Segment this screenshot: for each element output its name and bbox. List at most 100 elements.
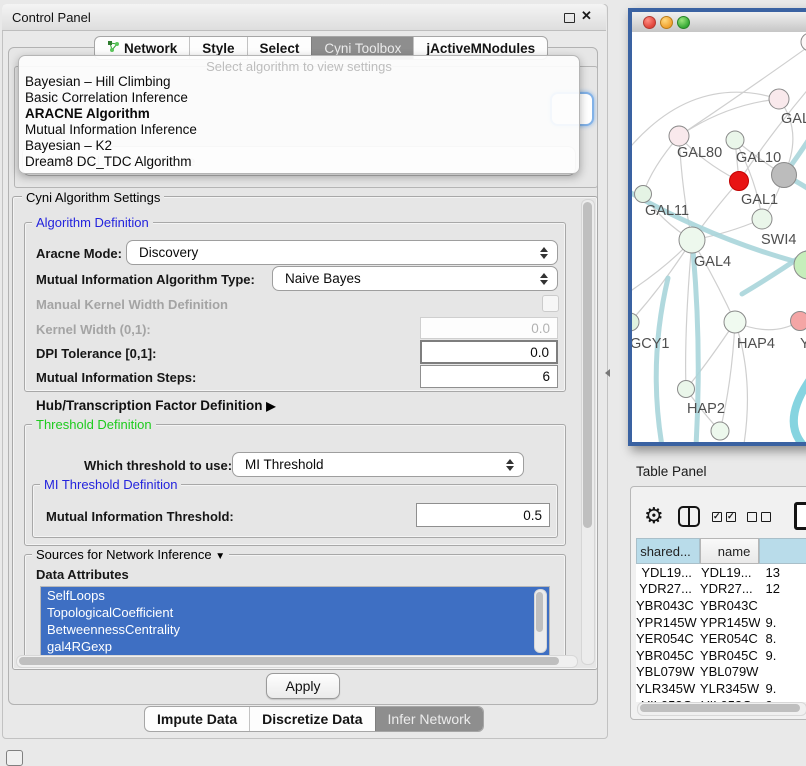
- network-node[interactable]: [730, 172, 749, 191]
- zoom-traffic-light-icon[interactable]: [677, 16, 690, 29]
- attribute-item-topologicalcoefficient[interactable]: TopologicalCoefficient: [41, 604, 549, 621]
- mi-steps-field[interactable]: 6: [420, 365, 558, 388]
- tab-label: Network: [124, 41, 177, 56]
- network-edge: [632, 92, 779, 152]
- settings-vscrollbar-thumb[interactable]: [583, 202, 592, 528]
- page-icon[interactable]: [794, 502, 806, 530]
- network-node[interactable]: [801, 33, 806, 51]
- network-node-y[interactable]: [791, 312, 806, 331]
- tab-impute-data[interactable]: Impute Data: [145, 707, 249, 731]
- attribute-item-selfloops[interactable]: SelfLoops: [41, 587, 549, 604]
- table-hscrollbar-thumb[interactable]: [640, 704, 800, 712]
- table-row[interactable]: YDL19...YDL19...13: [636, 564, 806, 581]
- table-row[interactable]: YER054CYER054C8.: [636, 630, 806, 647]
- tab-discretize-data[interactable]: Discretize Data: [249, 707, 374, 731]
- stepper-icon: [506, 459, 514, 471]
- network-node-hap4[interactable]: [724, 311, 746, 333]
- bottom-tab-bar: Impute Data Discretize Data Infer Network: [144, 706, 484, 732]
- column-header-shared-[interactable]: shared...: [636, 538, 700, 564]
- aracne-mode-combobox[interactable]: Discovery: [126, 240, 558, 265]
- close-icon[interactable]: ✕: [581, 8, 592, 24]
- network-edge: [794, 374, 806, 442]
- table-cell: YDL19...: [636, 565, 700, 580]
- table-cell: 9.: [760, 615, 806, 630]
- tab-label: Style: [202, 41, 234, 56]
- dpi-tolerance-field[interactable]: 0.0: [420, 340, 558, 364]
- table-row[interactable]: YPR145WYPR145W9.: [636, 614, 806, 631]
- hub-definition-label: Hub/Transcription Factor Definition: [36, 398, 263, 413]
- network-window-titlebar[interactable]: [632, 12, 806, 33]
- network-node-gal4[interactable]: [679, 227, 705, 253]
- network-node-label: HAP4: [737, 336, 775, 352]
- tab-label: Infer Network: [388, 711, 471, 727]
- dropdown-item-aracne-algorithm[interactable]: ARACNE Algorithm: [19, 106, 579, 122]
- attribute-item-betweennesscentrality[interactable]: BetweennessCentrality: [41, 621, 549, 638]
- table-cell: YER054C: [700, 631, 760, 646]
- apply-button[interactable]: Apply: [266, 673, 340, 699]
- dropdown-item-bayesian-k2[interactable]: Bayesian – K2: [19, 138, 579, 154]
- table-cell: YLR345W: [636, 681, 700, 696]
- kernel-width-field[interactable]: 0.0: [420, 317, 558, 339]
- table-cell: 9.: [760, 681, 806, 696]
- column-header-name[interactable]: name: [700, 538, 760, 564]
- network-node-gal[interactable]: [769, 89, 789, 109]
- hub-definition-toggle[interactable]: Hub/Transcription Factor Definition ▶: [36, 398, 276, 413]
- mi-threshold-field[interactable]: 0.5: [416, 503, 550, 527]
- network-node-label: GAL80: [677, 145, 722, 161]
- table-cell: YER054C: [636, 631, 700, 646]
- network-node-gal80[interactable]: [669, 126, 689, 146]
- attributes-vscrollbar-thumb[interactable]: [536, 592, 543, 632]
- mi-threshold-label: Mutual Information Threshold:: [46, 509, 234, 524]
- tab-label: Cyni Toolbox: [324, 41, 401, 56]
- float-window-icon[interactable]: [564, 13, 575, 23]
- dropdown-item-dream8-dc-tdc-algorithm[interactable]: Dream8 DC_TDC Algorithm: [19, 154, 579, 170]
- dropdown-item-bayesian-hill-climbing[interactable]: Bayesian – Hill Climbing: [19, 74, 579, 90]
- dropdown-item-basic-correlation-inference[interactable]: Basic Correlation Inference: [19, 90, 579, 106]
- stepper-icon: [540, 247, 548, 259]
- table-row[interactable]: YBR045CYBR045C9.: [636, 647, 806, 664]
- mi-type-label: Mutual Information Algorithm Type:: [36, 272, 255, 287]
- manual-kernel-checkbox[interactable]: [542, 295, 559, 312]
- table-row[interactable]: YDR27...YDR27...12: [636, 581, 806, 598]
- network-node-gal11[interactable]: [635, 186, 652, 203]
- which-threshold-value: MI Threshold: [245, 457, 324, 472]
- network-node-label: GAL: [781, 111, 806, 127]
- network-node-label: GAL11: [645, 203, 689, 219]
- network-node-label: GCY1: [632, 336, 670, 352]
- network-node-gal10[interactable]: [726, 131, 744, 149]
- unchecked-pair-icon[interactable]: [747, 512, 771, 522]
- aracne-mode-value: Discovery: [139, 245, 198, 260]
- close-traffic-light-icon[interactable]: [643, 16, 656, 29]
- data-attributes-list[interactable]: SelfLoopsTopologicalCoefficientBetweenne…: [40, 586, 550, 658]
- mi-type-combobox[interactable]: Naive Bayes: [272, 266, 558, 291]
- sources-group-title[interactable]: Sources for Network Inference ▼: [32, 547, 229, 562]
- network-node-gcy1[interactable]: [632, 313, 639, 331]
- table-row[interactable]: YBR043CYBR043C: [636, 597, 806, 614]
- network-view-window[interactable]: GALGAL80GAL10GAL1GAL11GAL4SWI4GCY1HAP4YH…: [628, 8, 806, 446]
- network-graph: GALGAL80GAL10GAL1GAL11GAL4SWI4GCY1HAP4YH…: [632, 32, 806, 442]
- network-canvas[interactable]: GALGAL80GAL10GAL1GAL11GAL4SWI4GCY1HAP4YH…: [632, 32, 806, 442]
- which-threshold-combobox[interactable]: MI Threshold: [232, 452, 524, 477]
- tab-infer-network[interactable]: Infer Network: [375, 707, 483, 731]
- dropdown-prompt: Select algorithm to view settings: [19, 56, 579, 74]
- tab-label: Impute Data: [157, 711, 237, 727]
- network-node[interactable]: [711, 422, 729, 440]
- column-header-col2[interactable]: [759, 538, 806, 564]
- network-node-gal1[interactable]: [752, 209, 772, 229]
- collapsed-panel-icon[interactable]: [6, 750, 23, 766]
- attribute-item-gal4rgexp[interactable]: gal4RGexp: [41, 638, 549, 655]
- settings-hscrollbar-thumb[interactable]: [19, 657, 559, 665]
- splitter-collapse-icon[interactable]: [605, 369, 610, 377]
- table-row[interactable]: YLR345WYLR345W9.: [636, 680, 806, 697]
- network-node-hap2[interactable]: [678, 381, 695, 398]
- network-node-swi4[interactable]: [794, 251, 806, 279]
- gear-icon[interactable]: ⚙: [644, 505, 664, 527]
- node-table[interactable]: shared...nameYDL19...YDL19...13YDR27...Y…: [636, 538, 806, 702]
- dropdown-item-mutual-information-inference[interactable]: Mutual Information Inference: [19, 122, 579, 138]
- minimize-traffic-light-icon[interactable]: [660, 16, 673, 29]
- table-row[interactable]: YBL079WYBL079W: [636, 664, 806, 681]
- checked-pair-icon[interactable]: [712, 512, 736, 522]
- columns-view-icon[interactable]: [678, 506, 700, 527]
- network-icon: [107, 40, 124, 56]
- network-node[interactable]: [772, 163, 797, 188]
